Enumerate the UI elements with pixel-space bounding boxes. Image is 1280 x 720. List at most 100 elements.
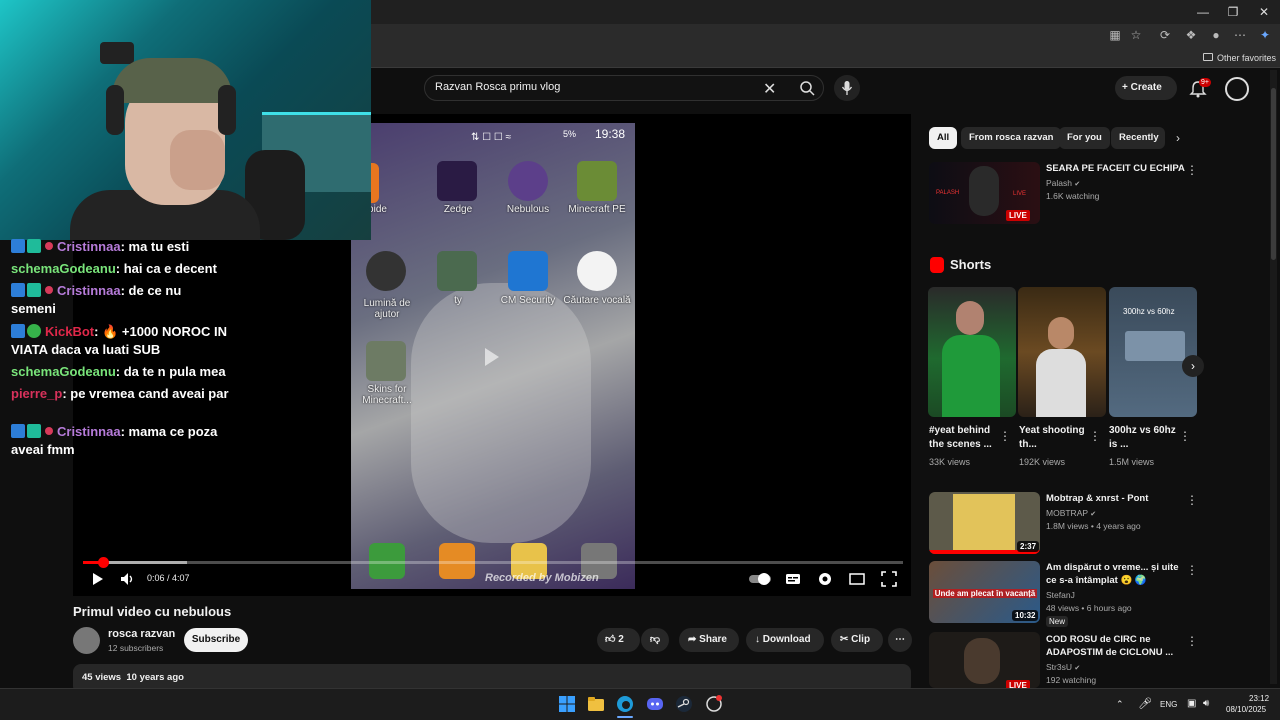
short-title[interactable]: Yeat shooting th...: [1019, 424, 1089, 452]
short-title[interactable]: #yeat behind the scenes ...: [929, 424, 999, 452]
zedge-icon: [437, 161, 477, 201]
other-favorites-link[interactable]: Other favorites: [1217, 53, 1276, 63]
copilot-icon[interactable]: ✦: [1256, 28, 1274, 44]
download-icon: ↓: [755, 634, 760, 645]
video-title[interactable]: Mobtrap & xnrst - Pont: [1046, 492, 1191, 505]
create-button[interactable]: + Create: [1115, 76, 1177, 100]
chevron-right-icon[interactable]: ›: [1176, 131, 1180, 145]
volume-icon[interactable]: [118, 570, 136, 588]
search-box[interactable]: Razvan Rosca primu vlog ✕: [424, 75, 824, 101]
chat-username: Cristinnaa: [57, 239, 121, 254]
refresh-icon[interactable]: ⟳: [1156, 28, 1174, 44]
progress-scrubber[interactable]: [98, 557, 109, 568]
dislike-button[interactable]: 👎︎: [641, 628, 669, 652]
restore-icon[interactable]: ❐: [1218, 2, 1248, 22]
video-title[interactable]: SEARA PE FACEIT CU ECHIPA: [1046, 162, 1191, 175]
short-thumbnail[interactable]: [928, 287, 1016, 417]
chip-from-channel[interactable]: From rosca razvan: [961, 127, 1062, 149]
microphone-icon[interactable]: 🎤︎: [1138, 697, 1152, 710]
progress-bar[interactable]: [83, 561, 903, 564]
short-thumbnail[interactable]: [1018, 287, 1106, 417]
chat-message: schemaGodeanu: hai ca e decent: [11, 261, 217, 276]
chip-recently[interactable]: Recently: [1111, 127, 1165, 149]
time-display: 0:06 / 4:07: [147, 573, 190, 583]
like-button[interactable]: 👍︎ 2: [597, 628, 640, 652]
steam-icon[interactable]: [674, 694, 694, 714]
channel-label: Palash: [1046, 178, 1072, 188]
app-label: Zedge: [443, 204, 473, 215]
obs-icon[interactable]: [704, 694, 724, 714]
autoplay-toggle[interactable]: [748, 570, 772, 588]
video-meta: 1.8M views • 4 years ago: [1046, 521, 1141, 531]
verified-badge-icon: [27, 324, 41, 338]
more-icon[interactable]: ⋮: [1186, 563, 1198, 577]
chat-username: schemaGodeanu: [11, 261, 116, 276]
account-avatar[interactable]: [1225, 77, 1249, 101]
more-icon[interactable]: ⋮: [1186, 163, 1198, 177]
view-count-and-date: 45 views 10 years ago: [82, 672, 184, 683]
chat-text: 🔥 +1000 NOROC IN VIATA daca va luati SUB: [11, 324, 227, 357]
app-label: ty: [454, 295, 462, 306]
more-icon[interactable]: ⋮: [999, 429, 1011, 443]
tray-chevron-icon[interactable]: ⌃: [1116, 699, 1124, 710]
fullscreen-icon[interactable]: [880, 570, 898, 588]
file-explorer-icon[interactable]: [586, 694, 606, 714]
more-icon[interactable]: ⋮: [1179, 429, 1191, 443]
scrollbar-thumb[interactable]: [1271, 88, 1276, 260]
volume-tray-icon[interactable]: 🔊︎: [1203, 698, 1209, 709]
share-label: Share: [699, 634, 727, 645]
clear-search-icon[interactable]: ✕: [763, 79, 776, 99]
scissors-icon: ✂: [840, 634, 849, 645]
search-input[interactable]: Razvan Rosca primu vlog: [435, 81, 560, 93]
play-icon[interactable]: [88, 570, 106, 588]
profile-icon[interactable]: ●: [1207, 28, 1225, 44]
clock-time[interactable]: 23:12: [1249, 694, 1269, 703]
minecraft-icon: [577, 161, 617, 201]
share-button[interactable]: ➦ Share: [679, 628, 739, 652]
discord-icon[interactable]: [645, 694, 665, 714]
live-badge: LIVE: [1006, 210, 1030, 221]
favorite-star-icon[interactable]: ☆: [1127, 28, 1145, 44]
subscriber-count: 12 subscribers: [108, 643, 164, 653]
language-indicator[interactable]: ENG: [1160, 700, 1177, 709]
subscribe-button[interactable]: Subscribe: [184, 628, 248, 652]
chat-text: hai ca e decent: [123, 261, 217, 276]
subtitles-icon[interactable]: [784, 570, 802, 588]
more-icon[interactable]: ⋯: [1231, 28, 1249, 44]
shorts-next-button[interactable]: ›: [1182, 355, 1204, 377]
download-button[interactable]: ↓ Download: [746, 628, 824, 652]
app-grid-icon[interactable]: ▦: [1106, 28, 1124, 44]
close-icon[interactable]: ✕: [1249, 2, 1279, 22]
webcam-person-cap: [112, 58, 232, 103]
network-icon[interactable]: ▣: [1187, 698, 1196, 709]
windows-start-icon[interactable]: [557, 694, 577, 714]
new-badge: New: [1046, 616, 1069, 627]
clock-date[interactable]: 08/10/2025: [1226, 705, 1266, 714]
plus-icon: +: [1122, 82, 1131, 93]
clip-button[interactable]: ✂ Clip: [831, 628, 883, 652]
channel-name[interactable]: rosca razvan: [108, 628, 175, 640]
more-icon[interactable]: ⋮: [1089, 429, 1101, 443]
theater-mode-icon[interactable]: [848, 570, 866, 588]
search-icon[interactable]: [795, 79, 819, 97]
settings-gear-icon[interactable]: [816, 570, 834, 588]
video-title[interactable]: Am dispărut o vreme... și uite ce s-a în…: [1046, 561, 1191, 587]
chip-all[interactable]: All: [929, 127, 958, 149]
favorites-icon[interactable]: ❖: [1182, 28, 1200, 44]
voice-search-icon[interactable]: [834, 75, 860, 101]
minimize-icon[interactable]: —: [1188, 2, 1218, 22]
short-thumbnail[interactable]: 300hz vs 60hz: [1109, 287, 1197, 417]
more-icon[interactable]: ⋮: [1186, 634, 1198, 648]
shorts-icon: [930, 257, 944, 273]
verified-check-icon: ✔: [1074, 181, 1081, 188]
cm-security-icon: [508, 251, 548, 291]
more-icon[interactable]: ⋮: [1186, 493, 1198, 507]
webcam-headphone-left: [106, 85, 124, 135]
video-title[interactable]: COD ROSU de CIRC ne ADAPOSTIM de CICLONU…: [1046, 633, 1191, 659]
more-actions-button[interactable]: ⋯: [888, 628, 912, 652]
webcam-headphone-right: [218, 85, 236, 135]
chip-for-you[interactable]: For you: [1059, 127, 1110, 149]
channel-avatar[interactable]: [73, 627, 100, 654]
edge-browser-icon[interactable]: [615, 694, 635, 714]
short-title[interactable]: 300hz vs 60hz is ...: [1109, 424, 1179, 452]
